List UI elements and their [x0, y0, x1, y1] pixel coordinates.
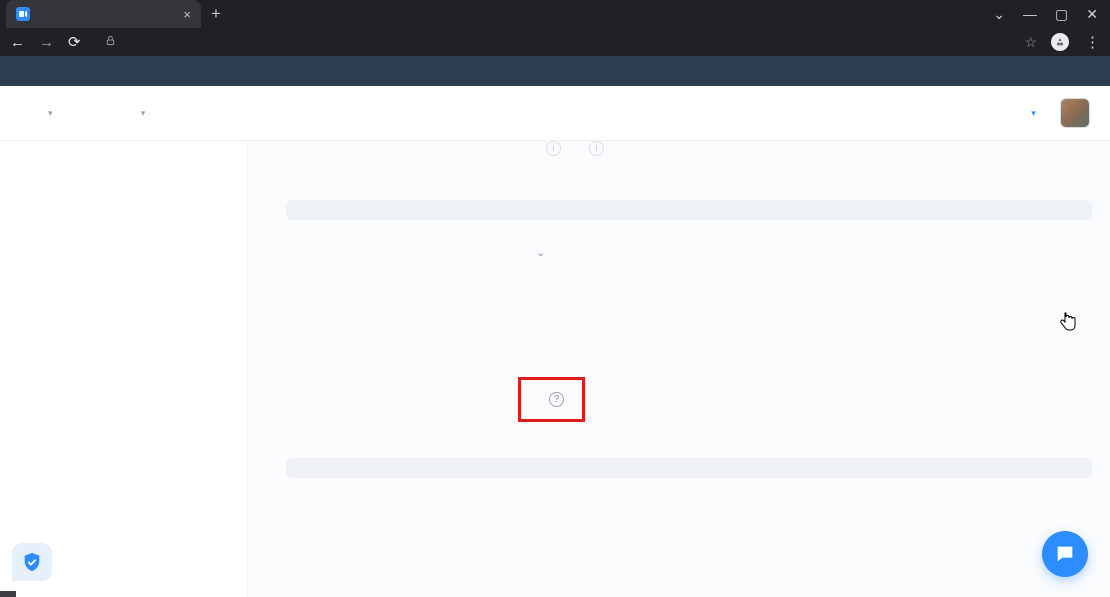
menu-resources[interactable]: ▾ — [137, 108, 146, 119]
status-bar-url — [0, 591, 16, 597]
url-bar[interactable] — [95, 31, 1011, 53]
browser-chrome: × + ⌄ — ▢ ✕ ← → ⟳ ☆ ⋮ — [0, 0, 1110, 56]
info-icon[interactable]: i — [546, 141, 561, 156]
meeting-capacity-row: i i — [286, 141, 1092, 166]
sidebar — [0, 141, 248, 597]
value: ⌄ — [518, 244, 1088, 259]
reload-icon[interactable]: ⟳ — [68, 33, 81, 51]
sign-out-all-devices-highlight: ? — [518, 377, 585, 422]
row-sign-in-password — [286, 295, 1092, 331]
help-icon[interactable]: ? — [549, 392, 564, 407]
header-right: ▾ — [979, 98, 1090, 128]
host-meeting-dropdown[interactable]: ▾ — [1027, 108, 1036, 119]
chat-icon — [1054, 543, 1076, 565]
bookmark-star-icon[interactable]: ☆ — [1024, 34, 1037, 51]
zoom-header: ▾ ▾ ▾ — [0, 86, 1110, 141]
window-controls: ⌄ — ▢ ✕ — [993, 6, 1110, 23]
profile-content: i i ⌄ ? — [248, 141, 1110, 597]
row-calendar-integration — [286, 502, 1092, 512]
incognito-icon — [1051, 33, 1069, 51]
row-two-factor — [286, 331, 1092, 367]
info-icon[interactable]: i — [589, 141, 604, 156]
security-badge-icon[interactable] — [12, 543, 52, 581]
zoom-topbar — [0, 56, 1110, 86]
back-icon[interactable]: ← — [10, 34, 25, 51]
minimize-icon[interactable]: — — [1023, 6, 1037, 23]
browser-tab[interactable]: × — [6, 0, 201, 28]
menu-solutions[interactable]: ▾ — [44, 108, 53, 119]
new-tab-button[interactable]: + — [211, 4, 221, 24]
page-body: i i ⌄ ? — [0, 141, 1110, 597]
forward-icon[interactable]: → — [39, 34, 54, 51]
caret-down-icon: ▾ — [141, 108, 146, 119]
user-avatar[interactable] — [1060, 98, 1090, 128]
caret-down-icon: ▾ — [48, 108, 53, 119]
close-window-icon[interactable]: ✕ — [1086, 6, 1098, 23]
chevron-down-icon[interactable]: ⌄ — [993, 6, 1005, 23]
browser-addressbar: ← → ⟳ ☆ ⋮ — [0, 28, 1110, 56]
close-icon[interactable]: × — [183, 7, 191, 22]
section-others — [286, 458, 1092, 478]
header-menu: ▾ ▾ — [44, 108, 145, 119]
zoom-favicon-icon — [16, 7, 30, 21]
expand-email-icon[interactable]: ⌄ — [536, 247, 545, 259]
row-sign-in-email: ⌄ — [286, 244, 1092, 295]
chat-fab[interactable] — [1042, 531, 1088, 577]
row-linked-accounts — [286, 367, 1092, 385]
lock-icon — [105, 33, 116, 51]
incognito-badge[interactable] — [1051, 33, 1075, 51]
section-sign-in — [286, 200, 1092, 220]
browser-menu-icon[interactable]: ⋮ — [1085, 33, 1100, 51]
caret-down-icon: ▾ — [1031, 108, 1036, 119]
maximize-icon[interactable]: ▢ — [1055, 6, 1068, 23]
browser-tabbar: × + ⌄ — ▢ ✕ — [0, 0, 1110, 28]
